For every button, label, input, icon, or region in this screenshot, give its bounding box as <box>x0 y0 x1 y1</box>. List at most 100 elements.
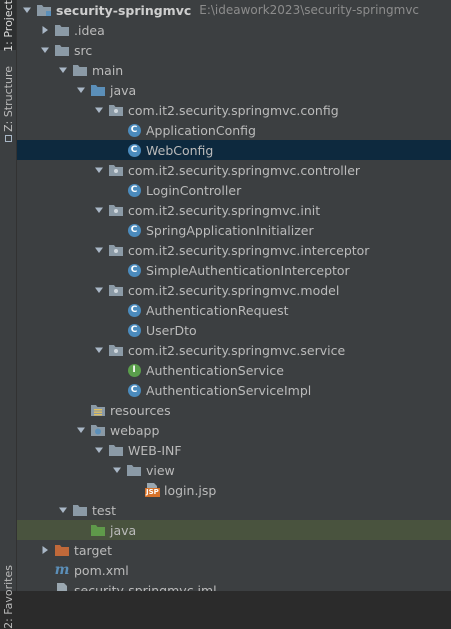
tree-row[interactable]: com.it2.security.springmvc.controller <box>17 160 451 180</box>
tree-row[interactable]: src <box>17 40 451 60</box>
tree-row[interactable]: com.it2.security.springmvc.service <box>17 340 451 360</box>
tree-row-label: ApplicationConfig <box>146 122 256 138</box>
expand-arrow-icon[interactable] <box>93 240 105 260</box>
folder-icon <box>108 442 124 458</box>
folder-icon <box>54 42 70 58</box>
project-tab-label: 1: Project <box>1 0 15 52</box>
tree-row[interactable]: com.it2.security.springmvc.config <box>17 100 451 120</box>
tree-row-label: SpringApplicationInitializer <box>146 222 314 238</box>
tree-row-label: com.it2.security.springmvc.model <box>128 282 340 298</box>
arrow-spacer <box>111 380 123 400</box>
tree-row-label: src <box>74 42 93 58</box>
tree-row-label: AuthenticationRequest <box>146 302 289 318</box>
expand-arrow-icon[interactable] <box>39 40 51 60</box>
tree-row[interactable]: C AuthenticationServiceImpl <box>17 380 451 400</box>
class-icon: C <box>126 142 142 158</box>
expand-arrow-icon[interactable] <box>93 200 105 220</box>
package-icon <box>108 242 124 258</box>
iml-file-icon <box>54 582 70 591</box>
tree-row[interactable]: security-springmvc E:\ideawork2023\securi… <box>17 0 451 20</box>
tree-row-label: view <box>146 462 175 478</box>
expand-arrow-icon[interactable] <box>75 420 87 440</box>
folder-icon <box>126 462 142 478</box>
collapse-arrow-icon[interactable] <box>39 540 51 560</box>
tree-row[interactable]: main <box>17 60 451 80</box>
tree-row-label: main <box>92 62 124 78</box>
expand-arrow-icon[interactable] <box>111 460 123 480</box>
arrow-spacer <box>75 400 87 420</box>
expand-arrow-icon[interactable] <box>93 440 105 460</box>
arrow-spacer <box>39 580 51 591</box>
favorites-tab-label: 2: Favorites <box>1 565 15 629</box>
tree-row-label: com.it2.security.springmvc.init <box>128 202 321 218</box>
collapse-arrow-icon[interactable] <box>39 20 51 40</box>
structure-tool-tab[interactable]: Z: Structure <box>0 66 16 145</box>
tree-row-label: com.it2.security.springmvc.service <box>128 342 346 358</box>
expand-arrow-icon[interactable] <box>57 500 69 520</box>
tree-row-label: security-springmvc <box>56 2 192 18</box>
class-icon: C <box>126 262 142 278</box>
tree-row[interactable]: test <box>17 500 451 520</box>
tree-row[interactable]: com.it2.security.springmvc.interceptor <box>17 240 451 260</box>
class-icon: C <box>126 382 142 398</box>
tree-row[interactable]: com.it2.security.springmvc.model <box>17 280 451 300</box>
tree-row[interactable]: C SimpleAuthenticationInterceptor <box>17 260 451 280</box>
tree-row[interactable]: C SpringApplicationInitializer <box>17 220 451 240</box>
arrow-spacer <box>111 360 123 380</box>
tree-row[interactable]: C AuthenticationRequest <box>17 300 451 320</box>
expand-arrow-icon[interactable] <box>75 80 87 100</box>
tree-row-label: java <box>110 522 137 538</box>
expand-arrow-icon[interactable] <box>93 280 105 300</box>
package-icon <box>108 202 124 218</box>
tree-row[interactable]: m pom.xml <box>17 560 451 580</box>
tree-row[interactable]: C UserDto <box>17 320 451 340</box>
tree-row[interactable]: C LoginController <box>17 180 451 200</box>
tree-row-label: target <box>74 542 113 558</box>
tree-row[interactable]: webapp <box>17 420 451 440</box>
tree-row[interactable]: java <box>17 80 451 100</box>
expand-arrow-icon[interactable] <box>93 340 105 360</box>
tree-row[interactable]: security-springmvc.iml <box>17 580 451 591</box>
package-icon <box>108 102 124 118</box>
arrow-spacer <box>129 480 141 500</box>
tree-row-label: webapp <box>110 422 160 438</box>
tree-row-label: login.jsp <box>164 482 217 498</box>
tree-row[interactable]: WEB-INF <box>17 440 451 460</box>
tree-row-label: WebConfig <box>146 142 214 158</box>
tree-row[interactable]: view <box>17 460 451 480</box>
left-tool-window-bar: 1: Project Z: Structure 2: Favorites <box>0 0 17 629</box>
structure-tab-label: Z: Structure <box>1 66 15 132</box>
test-source-root-icon <box>90 522 106 538</box>
tree-row-label: SimpleAuthenticationInterceptor <box>146 262 350 278</box>
module-path: E:\ideawork2023\security-springmvc <box>199 3 420 17</box>
tree-row[interactable]: I AuthenticationService <box>17 360 451 380</box>
arrow-spacer <box>39 560 51 580</box>
tree-row[interactable]: JSP login.jsp <box>17 480 451 500</box>
tree-row[interactable]: resources <box>17 400 451 420</box>
arrow-spacer <box>111 120 123 140</box>
tree-row-label: AuthenticationServiceImpl <box>146 382 312 398</box>
tree-row-label: com.it2.security.springmvc.config <box>128 102 339 118</box>
expand-arrow-icon[interactable] <box>93 100 105 120</box>
expand-arrow-icon[interactable] <box>21 0 33 20</box>
expand-arrow-icon[interactable] <box>93 160 105 180</box>
tree-row-label: security-springmvc.iml <box>74 582 217 592</box>
web-folder-icon <box>90 422 106 438</box>
tree-row[interactable]: target <box>17 540 451 560</box>
expand-arrow-icon[interactable] <box>57 60 69 80</box>
tree-row-label: LoginController <box>146 182 242 198</box>
tree-row[interactable]: C ApplicationConfig <box>17 120 451 140</box>
module-folder-icon <box>36 2 52 18</box>
tree-row[interactable]: .idea <box>17 20 451 40</box>
favorites-tool-tab[interactable]: 2: Favorites <box>0 565 16 629</box>
tree-row-label: AuthenticationService <box>146 362 284 378</box>
interface-icon: I <box>126 362 142 378</box>
project-tool-tab[interactable]: 1: Project <box>0 0 16 52</box>
arrow-spacer <box>111 320 123 340</box>
tree-row[interactable]: java <box>17 520 451 540</box>
jsp-file-icon: JSP <box>144 482 160 498</box>
project-tree[interactable]: security-springmvc E:\ideawork2023\securi… <box>17 0 451 591</box>
folder-icon <box>54 22 70 38</box>
tree-row[interactable]: com.it2.security.springmvc.init <box>17 200 451 220</box>
tree-row[interactable]: C WebConfig <box>17 140 451 160</box>
